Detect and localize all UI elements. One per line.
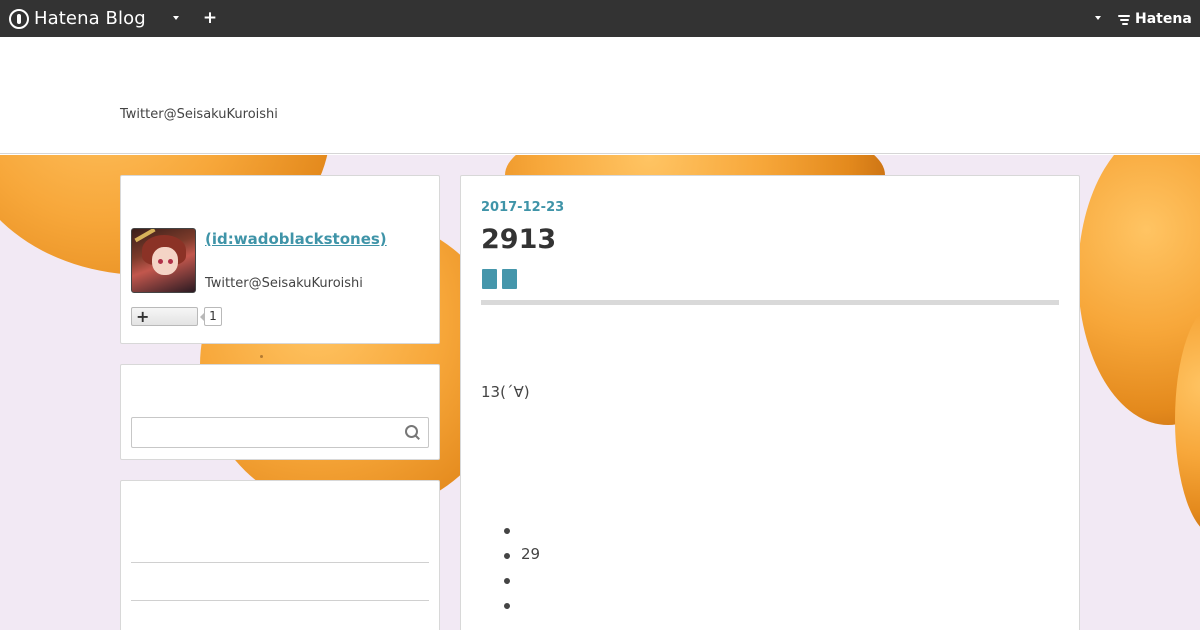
add-entry-plus-icon[interactable]: +: [201, 9, 219, 27]
follow-button[interactable]: +: [131, 307, 198, 326]
blog-description: Twitter@SeisakuKuroishi: [120, 107, 278, 122]
hatena-mark-icon: [1118, 13, 1132, 25]
entry-list: 29: [481, 517, 540, 617]
entry-date-link[interactable]: 2017-12-23: [481, 200, 564, 215]
blog-menu-caret-down-icon[interactable]: [168, 10, 184, 26]
list-divider: [131, 600, 429, 601]
plus-icon: +: [136, 307, 150, 326]
list-item: [481, 567, 540, 592]
category-tag[interactable]: [502, 269, 517, 289]
list-divider: [131, 562, 429, 563]
follower-count[interactable]: 1: [200, 307, 222, 326]
entry-body-text: 13(´∀): [481, 383, 530, 401]
list-item: [481, 517, 540, 542]
list-item: [481, 592, 540, 617]
avatar[interactable]: [131, 228, 196, 293]
search-card: [120, 364, 440, 460]
user-menu-caret-down-icon[interactable]: [1090, 10, 1106, 26]
hatena-label: Hatena: [1135, 11, 1192, 27]
brand-name: Hatena Blog: [34, 8, 146, 29]
entry-title[interactable]: 2913: [481, 224, 556, 255]
search-input[interactable]: [131, 417, 429, 448]
title-divider: [481, 300, 1059, 305]
hatena-link[interactable]: Hatena: [1118, 9, 1192, 29]
profile-name-link[interactable]: (id:wadoblackstones): [205, 230, 387, 248]
links-card: [120, 480, 440, 630]
search-icon[interactable]: [404, 424, 422, 442]
global-header: Hatena Blog + Hatena: [0, 0, 1200, 37]
profile-card: (id:wadoblackstones) Twitter@SeisakuKuro…: [120, 175, 440, 344]
list-item: 29: [481, 542, 540, 567]
hatena-logo-icon: [9, 8, 29, 29]
profile-description: Twitter@SeisakuKuroishi: [205, 276, 363, 291]
hatena-blog-logo[interactable]: Hatena Blog: [9, 7, 146, 30]
category-tag[interactable]: [482, 269, 497, 289]
blog-header: Twitter@SeisakuKuroishi: [0, 37, 1200, 154]
entry-article: 2017-12-23 2913 13(´∀) 29: [460, 175, 1080, 630]
